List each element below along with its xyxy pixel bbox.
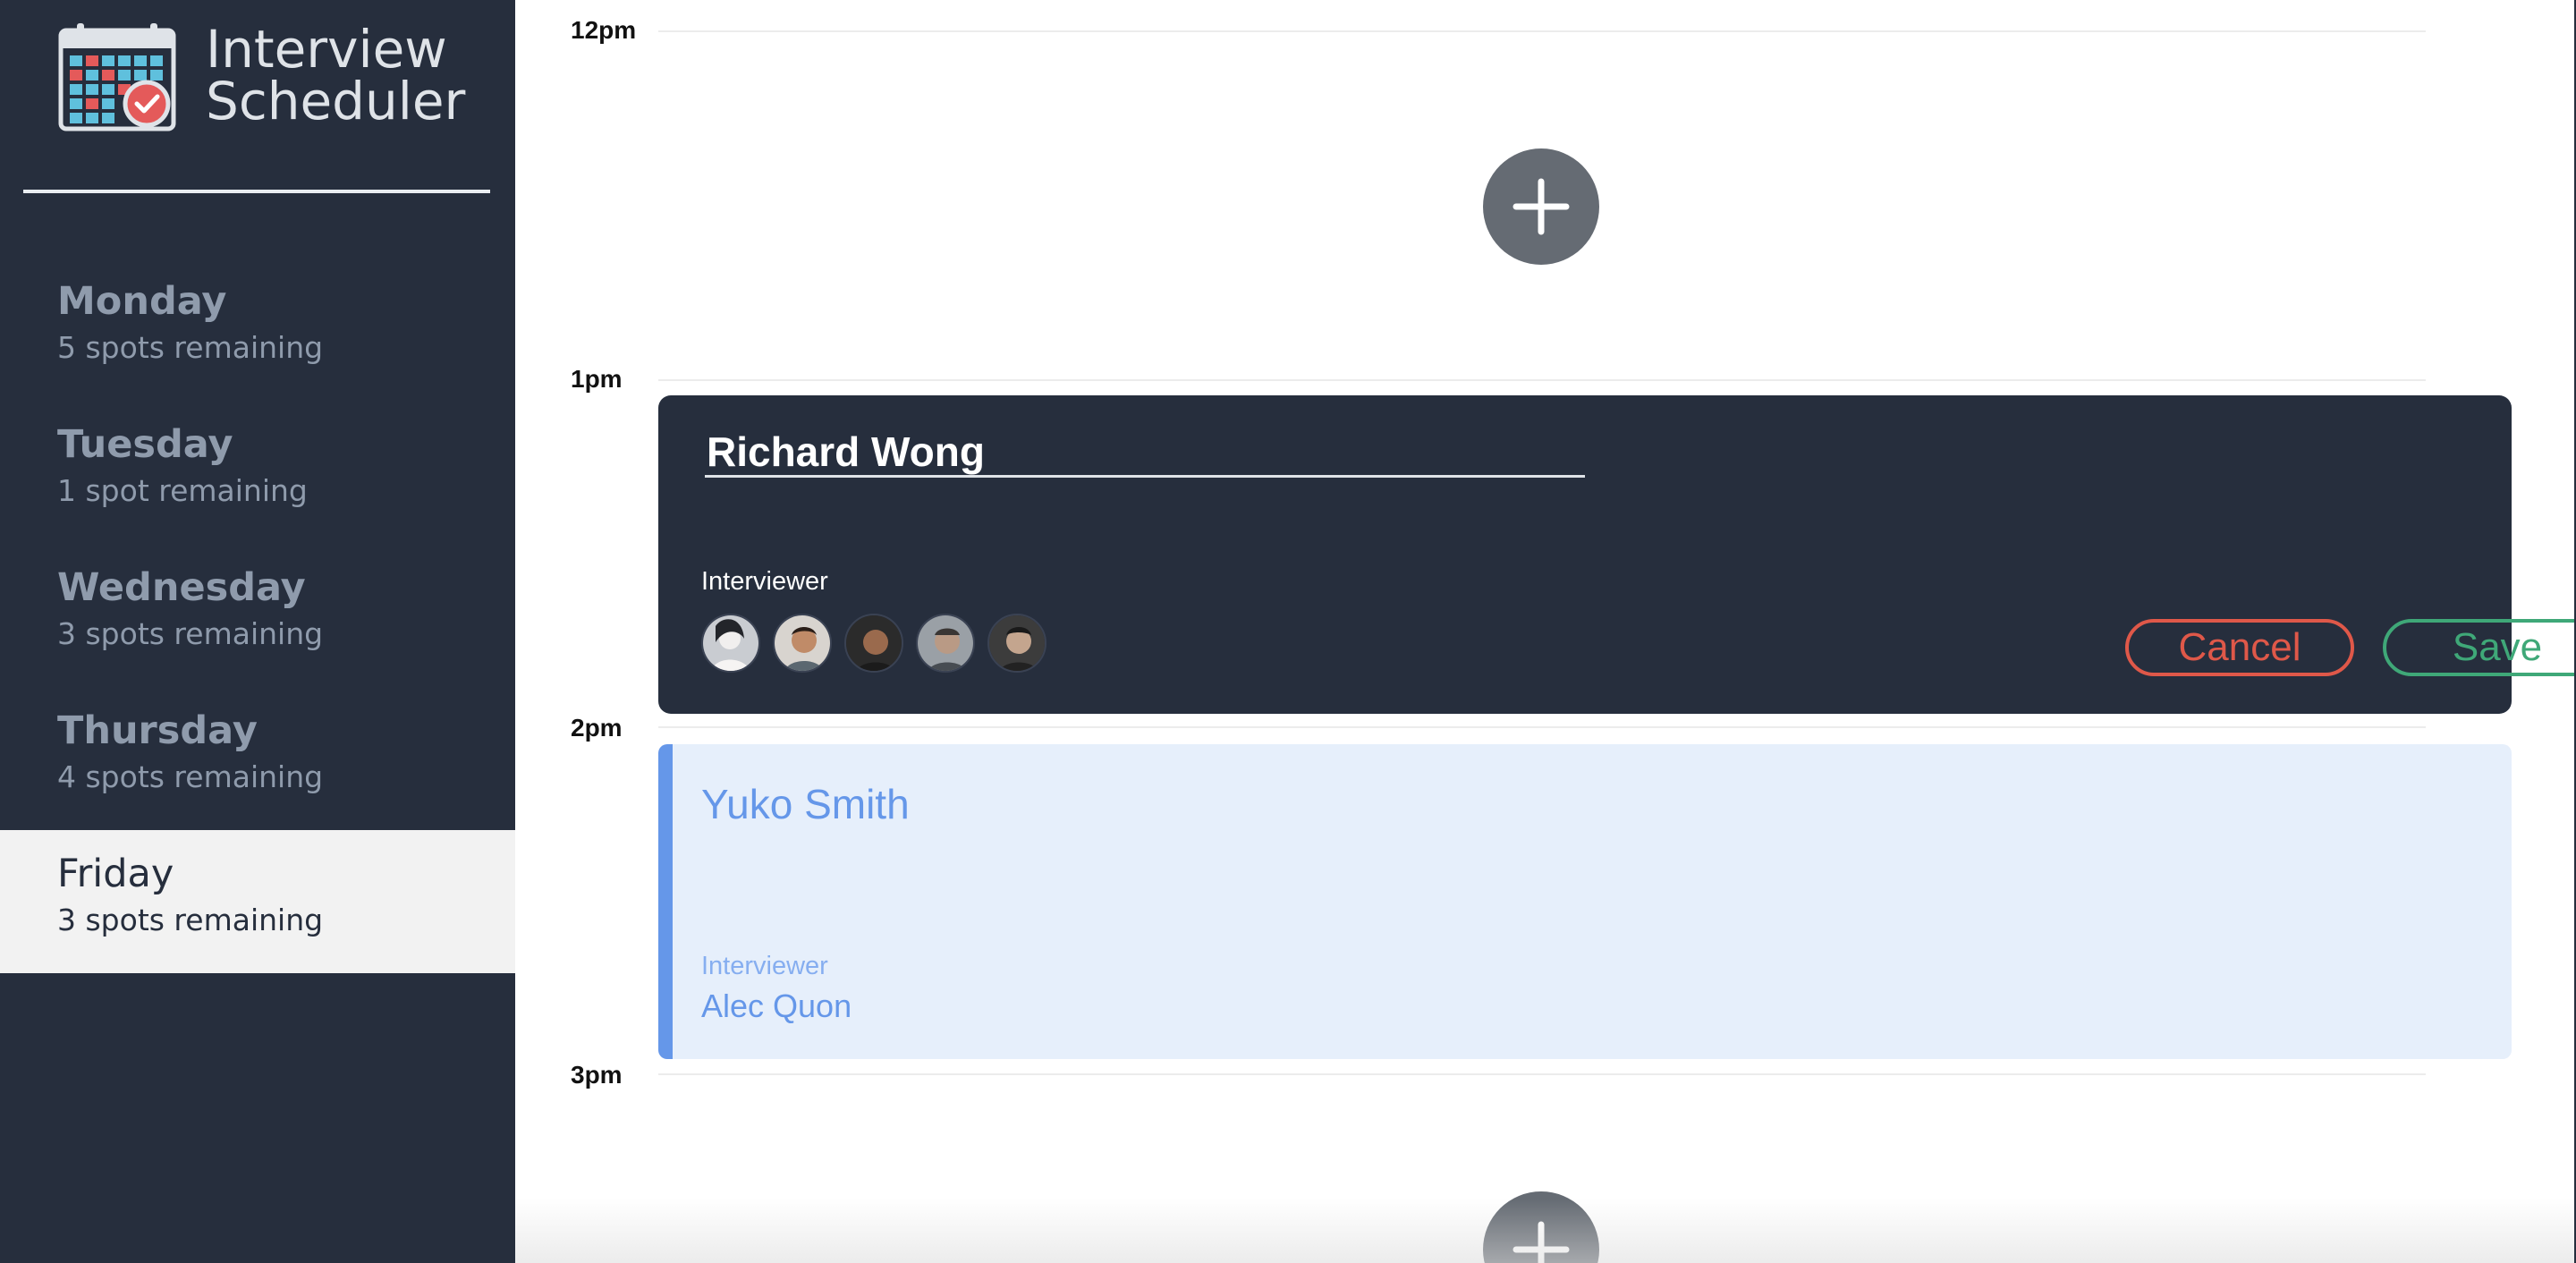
interviewer-avatar[interactable] bbox=[844, 614, 903, 673]
app-title-line-1: Interview bbox=[206, 19, 447, 80]
day-spots: 3 spots remaining bbox=[57, 903, 324, 937]
interviewer-avatar[interactable] bbox=[773, 614, 832, 673]
hour-divider bbox=[658, 726, 2426, 728]
day-name: Wednesday bbox=[57, 565, 306, 610]
day-name: Tuesday bbox=[57, 422, 233, 467]
avatar-image bbox=[703, 615, 758, 671]
hour-divider bbox=[658, 30, 2426, 32]
appointment-interviewer-label: Interviewer bbox=[701, 952, 828, 980]
day-item-wednesday[interactable]: Wednesday 3 spots remaining bbox=[0, 544, 515, 687]
avatar-image bbox=[918, 615, 973, 671]
avatar-image bbox=[775, 615, 830, 671]
day-name: Thursday bbox=[57, 708, 258, 753]
day-item-friday[interactable]: Friday 3 spots remaining bbox=[0, 830, 515, 973]
calendar-check-icon bbox=[58, 23, 176, 131]
app-title: Interview Scheduler bbox=[206, 23, 492, 127]
add-appointment-button[interactable] bbox=[1483, 1191, 1599, 1263]
save-button[interactable]: Save bbox=[2383, 619, 2576, 676]
day-item-monday[interactable]: Monday 5 spots remaining bbox=[0, 258, 515, 401]
day-spots: 1 spot remaining bbox=[57, 473, 308, 508]
appointment-interviewer-name: Alec Quon bbox=[701, 988, 852, 1024]
day-list: Monday 5 spots remaining Tuesday 1 spot … bbox=[0, 258, 515, 973]
schedule: 12pm 1pm Interviewer bbox=[515, 0, 2576, 1263]
day-spots: 4 spots remaining bbox=[57, 759, 324, 794]
interviewer-avatar[interactable] bbox=[987, 614, 1046, 673]
app-title-line-2: Scheduler bbox=[206, 71, 466, 131]
plus-icon bbox=[1513, 178, 1570, 235]
avatar-image bbox=[846, 615, 902, 671]
day-name: Friday bbox=[57, 852, 174, 896]
hour-divider bbox=[658, 379, 2426, 381]
time-label-2pm: 2pm bbox=[571, 714, 623, 742]
sidebar-divider bbox=[23, 190, 490, 193]
appointment-card[interactable]: Yuko Smith Interviewer Alec Quon bbox=[658, 744, 2512, 1059]
day-spots: 3 spots remaining bbox=[57, 616, 324, 651]
hour-divider bbox=[658, 1073, 2426, 1075]
student-name-input[interactable] bbox=[705, 431, 1585, 478]
day-item-thursday[interactable]: Thursday 4 spots remaining bbox=[0, 687, 515, 830]
cancel-button[interactable]: Cancel bbox=[2125, 619, 2354, 676]
day-item-tuesday[interactable]: Tuesday 1 spot remaining bbox=[0, 401, 515, 544]
time-label-1pm: 1pm bbox=[571, 365, 623, 393]
time-label-12pm: 12pm bbox=[571, 16, 637, 44]
app-root: Interview Scheduler Monday 5 spots remai… bbox=[0, 0, 2576, 1263]
interviewer-label: Interviewer bbox=[701, 567, 828, 596]
day-name: Monday bbox=[57, 279, 227, 324]
add-appointment-button[interactable] bbox=[1483, 148, 1599, 265]
avatar-image bbox=[989, 615, 1045, 671]
plus-icon bbox=[1513, 1221, 1570, 1263]
sidebar: Interview Scheduler Monday 5 spots remai… bbox=[0, 0, 515, 1263]
interviewer-avatar[interactable] bbox=[701, 614, 760, 673]
appointment-form: Interviewer bbox=[658, 395, 2576, 714]
time-label-3pm: 3pm bbox=[571, 1061, 623, 1089]
interviewer-avatar[interactable] bbox=[916, 614, 975, 673]
appointment-student-name: Yuko Smith bbox=[701, 781, 910, 827]
day-spots: 5 spots remaining bbox=[57, 330, 324, 365]
